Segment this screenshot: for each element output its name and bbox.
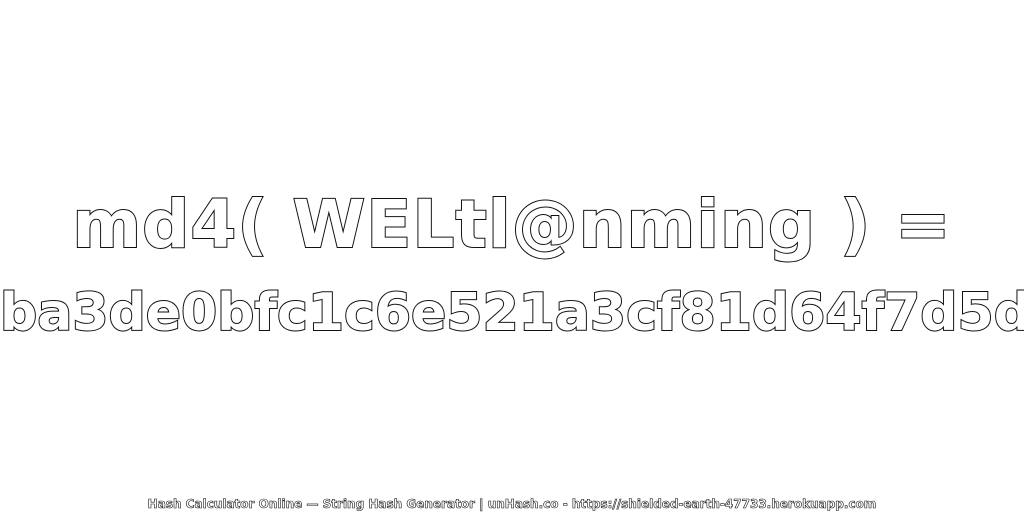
hash-result: ba3de0bfc1c6e521a3cf81d64f7d5d5d — [0, 282, 1024, 344]
hash-image-canvas: md4( WELtl@nming ) = ba3de0bfc1c6e521a3c… — [0, 0, 1024, 512]
site-footer-caption: Hash Calculator Online — String Hash Gen… — [147, 497, 877, 512]
hash-expression: md4( WELtl@nming ) = — [71, 185, 952, 264]
